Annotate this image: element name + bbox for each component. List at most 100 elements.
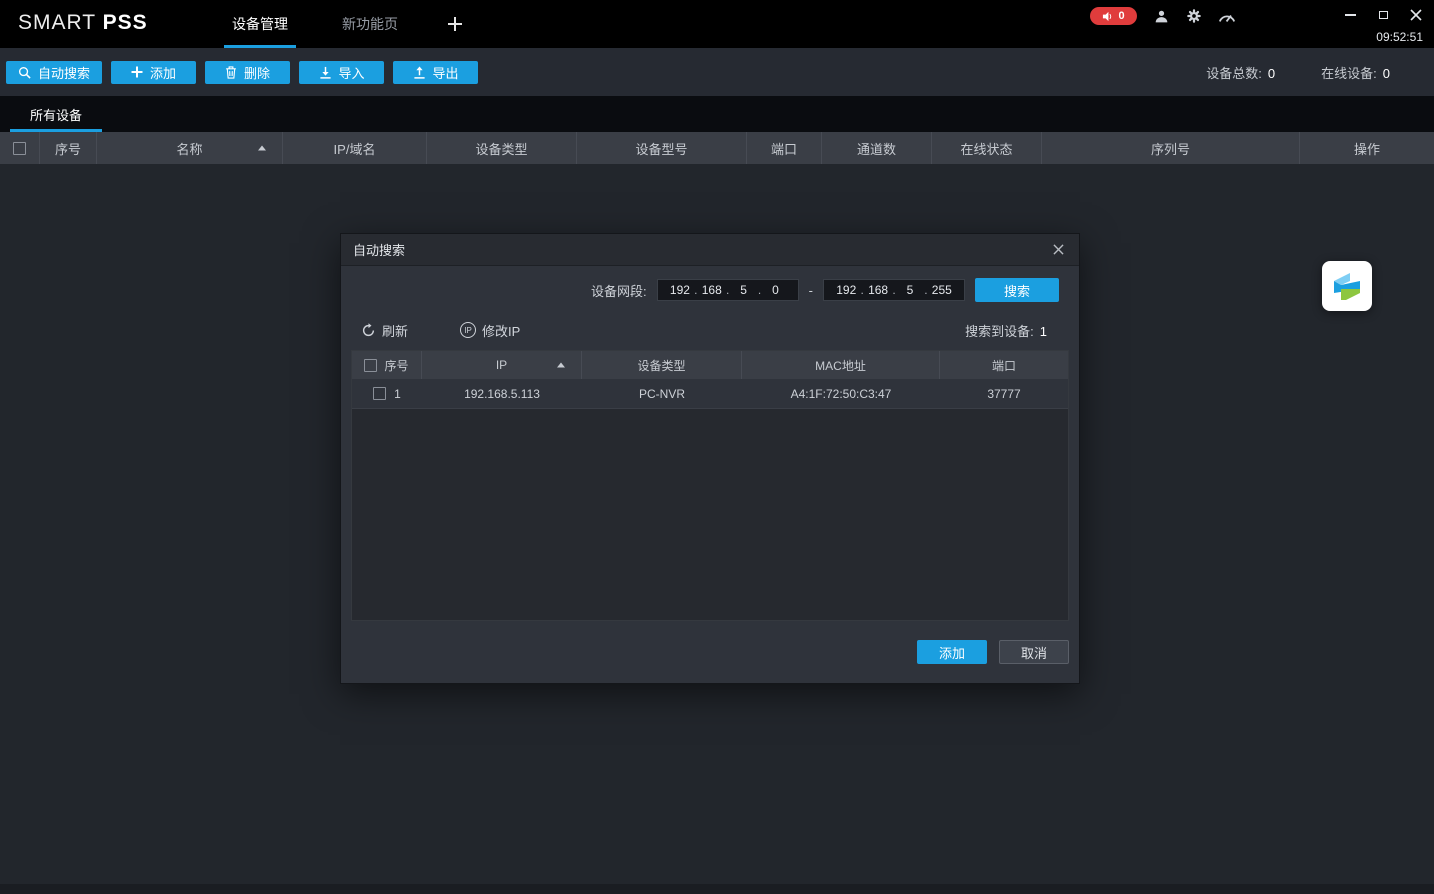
auto-search-button[interactable]: 自动搜索 [6, 61, 102, 84]
add-device-label: 添加 [150, 63, 176, 82]
user-button[interactable] [1152, 7, 1170, 25]
tab-all-devices-label: 所有设备 [30, 105, 82, 124]
minimize-button[interactable] [1342, 7, 1358, 23]
modify-ip-icon: IP [460, 322, 476, 338]
ip-end-octet-4: 255 [928, 283, 957, 297]
dialog-close-button[interactable] [1049, 241, 1067, 259]
ip-start-octet-4: 0 [761, 283, 790, 297]
plus-icon [131, 66, 143, 78]
column-header-ip-domain[interactable]: IP/域名 [283, 132, 427, 164]
ip-start-octet-2: 168 [698, 283, 727, 297]
import-button[interactable]: 导入 [299, 61, 384, 84]
search-results-table: 序号 IP 设备类型 MAC地址 端口 1 192.168.5.113 PC-N… [351, 350, 1069, 621]
import-icon [319, 66, 332, 79]
ip-start-octet-3: 5 [729, 283, 758, 297]
alarm-badge[interactable]: 0 [1090, 7, 1137, 25]
add-device-button[interactable]: 添加 [111, 61, 196, 84]
column-header-name[interactable]: 名称 [97, 132, 283, 164]
import-label: 导入 [339, 63, 365, 82]
app-window: SMART PSS 设备管理 新功能页 0 [0, 0, 1434, 894]
export-icon [413, 66, 426, 79]
maximize-button[interactable] [1375, 7, 1391, 23]
column-header-serial-number[interactable]: 序列号 [1042, 132, 1300, 164]
ip-start-input[interactable]: 192 . 168 . 5 . 0 [657, 279, 799, 301]
export-button[interactable]: 导出 [393, 61, 478, 84]
online-devices-label: 在线设备: [1321, 66, 1377, 81]
column-header-name-label: 名称 [176, 139, 202, 158]
modify-ip-label: 修改IP [482, 321, 520, 340]
column-header-online-status[interactable]: 在线状态 [932, 132, 1042, 164]
modify-ip-button[interactable]: IP 修改IP [460, 321, 520, 340]
column-header-operation: 操作 [1300, 132, 1434, 164]
close-icon [1410, 9, 1422, 21]
search-button[interactable]: 搜索 [975, 278, 1059, 302]
dialog-action-row: 刷新 IP 修改IP 搜索到设备: 1 [341, 318, 1079, 342]
ip-start-octet-1: 192 [666, 283, 695, 297]
device-table-header: 序号 名称 IP/域名 设备类型 设备型号 端口 通道数 在线状态 序列号 操作 [0, 132, 1434, 164]
results-header-no: 序号 [352, 351, 422, 379]
results-empty-area [352, 409, 1068, 620]
window-controls [1342, 7, 1424, 23]
results-header-ip-label: IP [496, 358, 507, 372]
device-toolbar: 自动搜索 添加 删除 导入 导出 设 [0, 48, 1434, 96]
result-ip: 192.168.5.113 [422, 379, 582, 408]
results-select-all-checkbox[interactable] [364, 359, 377, 372]
bottom-strip [0, 884, 1434, 894]
ip-end-octet-1: 192 [832, 283, 861, 297]
column-header-no[interactable]: 序号 [40, 132, 97, 164]
gauge-icon [1218, 10, 1236, 23]
smartpss-floating-logo[interactable] [1322, 261, 1372, 311]
close-icon [1053, 244, 1064, 255]
sort-asc-icon [258, 146, 266, 151]
close-button[interactable] [1408, 7, 1424, 23]
delete-device-button[interactable]: 删除 [205, 61, 290, 84]
dialog-cancel-button[interactable]: 取消 [999, 640, 1069, 664]
select-all-checkbox[interactable] [13, 142, 26, 155]
select-all-cell [0, 132, 40, 164]
plus-icon [446, 15, 464, 33]
app-logo: SMART PSS [18, 11, 148, 35]
found-devices-label: 搜索到设备: [965, 324, 1034, 339]
minimize-icon [1345, 14, 1356, 16]
user-icon [1154, 9, 1169, 24]
ip-end-input[interactable]: 192 . 168 . 5 . 255 [823, 279, 965, 301]
tab-new-function-page[interactable]: 新功能页 [332, 0, 408, 48]
online-devices-value: 0 [1383, 66, 1390, 81]
dialog-add-button[interactable]: 添加 [917, 640, 987, 664]
results-header-port[interactable]: 端口 [940, 351, 1068, 379]
results-header-mac[interactable]: MAC地址 [742, 351, 940, 379]
result-port: 37777 [940, 379, 1068, 408]
found-devices-count: 1 [1040, 324, 1047, 339]
results-header-device-type[interactable]: 设备类型 [582, 351, 742, 379]
tab-device-management[interactable]: 设备管理 [222, 0, 298, 48]
title-bar: SMART PSS 设备管理 新功能页 0 [0, 0, 1434, 48]
maximize-icon [1379, 11, 1388, 19]
ip-end-octet-3: 5 [896, 283, 925, 297]
result-mac: A4:1F:72:50:C3:47 [742, 379, 940, 408]
found-devices: 搜索到设备: 1 [965, 321, 1047, 340]
alarm-count: 0 [1118, 10, 1124, 22]
performance-button[interactable] [1218, 7, 1236, 25]
result-row-checkbox[interactable] [373, 387, 386, 400]
auto-search-label: 自动搜索 [38, 63, 90, 82]
column-header-channels[interactable]: 通道数 [822, 132, 932, 164]
refresh-button[interactable]: 刷新 [361, 321, 408, 340]
column-header-device-type[interactable]: 设备类型 [427, 132, 577, 164]
dialog-footer: 添加 取消 [341, 621, 1079, 683]
settings-button[interactable] [1185, 7, 1203, 25]
result-cell-no: 1 [352, 379, 422, 408]
new-tab-button[interactable] [442, 0, 468, 48]
result-row[interactable]: 1 192.168.5.113 PC-NVR A4:1F:72:50:C3:47… [352, 379, 1068, 409]
sort-asc-icon [557, 363, 565, 368]
tab-all-devices[interactable]: 所有设备 [10, 96, 102, 132]
results-header-ip[interactable]: IP [422, 351, 582, 379]
column-header-port[interactable]: 端口 [747, 132, 822, 164]
total-devices-value: 0 [1268, 66, 1275, 81]
result-no: 1 [394, 387, 401, 401]
refresh-label: 刷新 [382, 321, 408, 340]
network-segment-label: 设备网段: [591, 281, 647, 300]
brand-smart: SMART [18, 11, 96, 34]
tab-device-management-label: 设备管理 [232, 14, 288, 34]
dialog-title: 自动搜索 [353, 240, 405, 259]
column-header-device-model[interactable]: 设备型号 [577, 132, 747, 164]
